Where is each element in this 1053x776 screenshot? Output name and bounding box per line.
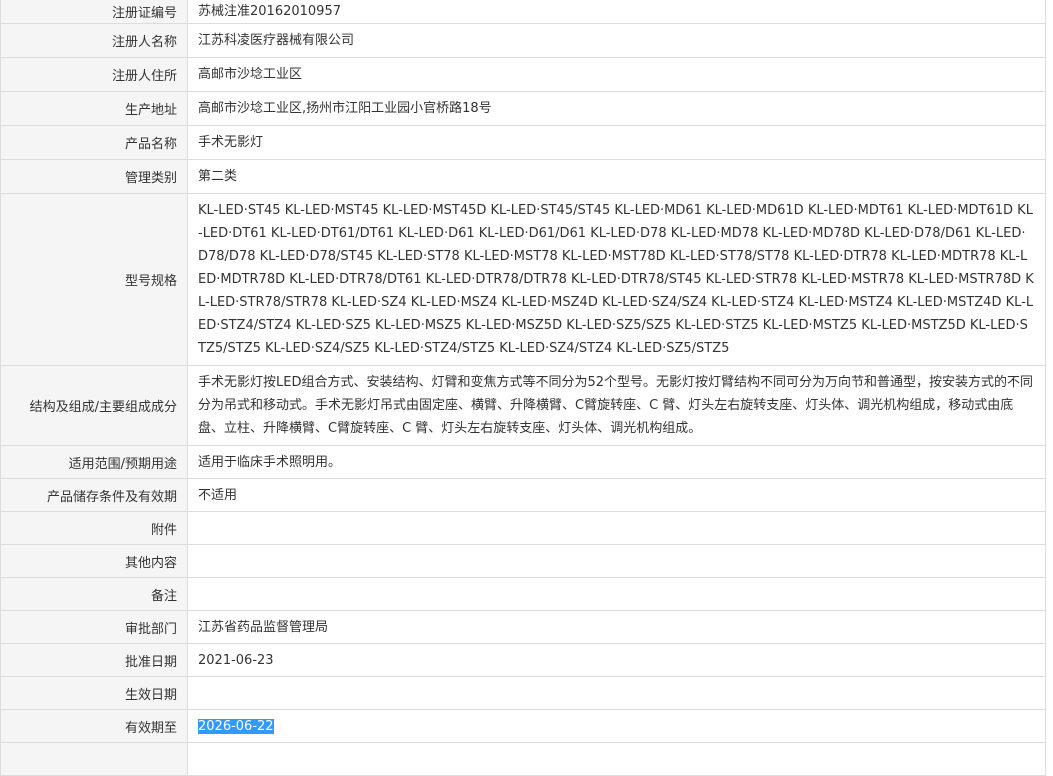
value-production-address: 高邮市沙埝工业区,扬州市江阳工业园小官桥路18号: [187, 91, 1046, 126]
label-structure-composition: 结构及组成/主要组成成分: [0, 365, 188, 446]
label-valid-until: 有效期至: [0, 709, 188, 743]
value-other-content: [187, 544, 1046, 578]
label-remarks: 备注: [0, 577, 188, 611]
label-approval-department: 审批部门: [0, 610, 188, 644]
value-trailing: [187, 742, 1046, 776]
row-registration-number: 注册证编号 苏械注准20162010957: [0, 0, 1046, 24]
value-product-name: 手术无影灯: [187, 125, 1046, 160]
row-attachments: 附件: [0, 511, 1046, 545]
row-intended-use: 适用范围/预期用途 适用于临床手术照明用。: [0, 445, 1046, 479]
label-model-spec: 型号规格: [0, 193, 188, 366]
value-remarks: [187, 577, 1046, 611]
value-management-category: 第二类: [187, 159, 1046, 194]
row-production-address: 生产地址 高邮市沙埝工业区,扬州市江阳工业园小官桥路18号: [0, 91, 1046, 126]
label-effective-date: 生效日期: [0, 676, 188, 710]
value-registrant-name: 江苏科凌医疗器械有限公司: [187, 23, 1046, 58]
registration-info-table: 注册证编号 苏械注准20162010957 注册人名称 江苏科凌医疗器械有限公司…: [0, 0, 1046, 776]
label-intended-use: 适用范围/预期用途: [0, 445, 188, 479]
label-registration-number: 注册证编号: [0, 0, 188, 24]
row-approval-department: 审批部门 江苏省药品监督管理局: [0, 610, 1046, 644]
value-intended-use: 适用于临床手术照明用。: [187, 445, 1046, 479]
row-storage-conditions: 产品储存条件及有效期 不适用: [0, 478, 1046, 512]
value-registration-number: 苏械注准20162010957: [187, 0, 1046, 24]
value-structure-composition: 手术无影灯按LED组合方式、安装结构、灯臂和变焦方式等不同分为52个型号。无影灯…: [187, 365, 1046, 446]
value-storage-conditions: 不适用: [187, 478, 1046, 512]
row-registrant-name: 注册人名称 江苏科凌医疗器械有限公司: [0, 23, 1046, 58]
label-attachments: 附件: [0, 511, 188, 545]
label-product-name: 产品名称: [0, 125, 188, 160]
value-valid-until[interactable]: 2026-06-22: [187, 709, 1046, 743]
value-attachments: [187, 511, 1046, 545]
value-model-spec: KL-LED·ST45 KL-LED·MST45 KL-LED·MST45D K…: [187, 193, 1046, 366]
row-other-content: 其他内容: [0, 544, 1046, 578]
value-approval-department: 江苏省药品监督管理局: [187, 610, 1046, 644]
row-model-spec: 型号规格 KL-LED·ST45 KL-LED·MST45 KL-LED·MST…: [0, 193, 1046, 366]
label-production-address: 生产地址: [0, 91, 188, 126]
label-other-content: 其他内容: [0, 544, 188, 578]
row-valid-until: 有效期至 2026-06-22: [0, 709, 1046, 743]
value-approval-date: 2021-06-23: [187, 643, 1046, 677]
value-effective-date: [187, 676, 1046, 710]
label-registrant-address: 注册人住所: [0, 57, 188, 92]
row-product-name: 产品名称 手术无影灯: [0, 125, 1046, 160]
value-registrant-address: 高邮市沙埝工业区: [187, 57, 1046, 92]
selected-text-valid-until[interactable]: 2026-06-22: [198, 718, 274, 734]
label-registrant-name: 注册人名称: [0, 23, 188, 58]
row-trailing: [0, 742, 1046, 776]
label-management-category: 管理类别: [0, 159, 188, 194]
label-trailing: [0, 742, 188, 776]
row-registrant-address: 注册人住所 高邮市沙埝工业区: [0, 57, 1046, 92]
row-effective-date: 生效日期: [0, 676, 1046, 710]
row-management-category: 管理类别 第二类: [0, 159, 1046, 194]
row-structure-composition: 结构及组成/主要组成成分 手术无影灯按LED组合方式、安装结构、灯臂和变焦方式等…: [0, 365, 1046, 446]
row-approval-date: 批准日期 2021-06-23: [0, 643, 1046, 677]
label-storage-conditions: 产品储存条件及有效期: [0, 478, 188, 512]
label-approval-date: 批准日期: [0, 643, 188, 677]
row-remarks: 备注: [0, 577, 1046, 611]
